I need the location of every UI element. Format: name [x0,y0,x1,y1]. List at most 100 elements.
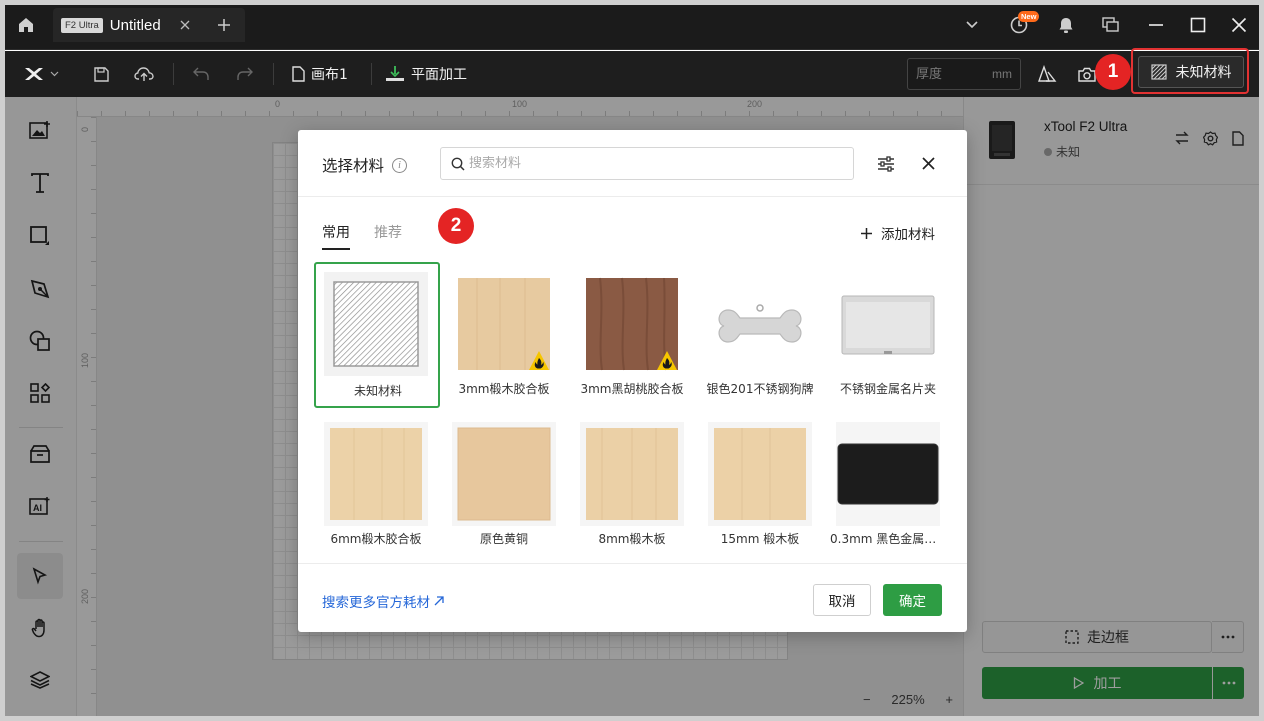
info-icon[interactable]: i [392,157,408,173]
undo-button[interactable] [188,59,214,89]
material-tabs: 常用 推荐 [322,222,402,250]
windows-button[interactable] [1096,10,1126,40]
material-select-button[interactable]: 未知材料 [1138,56,1244,88]
search-more-link[interactable]: 搜索更多官方耗材 [322,591,444,611]
step-marker-2: 2 [438,208,474,244]
material-search-input[interactable] [469,156,829,171]
save-icon [93,66,109,82]
fire-warning-icon [529,351,549,370]
filter-button[interactable] [874,152,898,176]
material-card[interactable]: 6mm椴木胶合板 [314,412,440,558]
material-label: 3mm黑胡桃胶合板 [580,382,684,396]
redo-icon [237,67,253,80]
material-card[interactable]: 3mm黑胡桃胶合板 [570,262,696,408]
plywood-image [324,422,428,526]
tab-close-button[interactable] [175,15,195,35]
basswood-image [708,422,812,526]
material-card[interactable]: 0.3mm 黑色金属名片 [826,412,952,558]
tab-title: Untitled [109,16,161,34]
close-icon [180,20,190,30]
material-search[interactable] [440,147,854,180]
material-card[interactable]: 不锈钢金属名片夹 [826,262,952,408]
material-label: 8mm椴木板 [598,532,666,546]
filter-sliders-icon [878,156,894,172]
search-icon [451,157,465,171]
bell-icon [1059,17,1073,33]
notifications-button[interactable] [1051,10,1081,40]
material-label: 未知材料 [353,384,402,398]
material-label: 6mm椴木胶合板 [330,532,422,546]
redo-button[interactable] [232,59,258,89]
auto-measure-button[interactable] [1033,59,1061,89]
fire-warning-icon [657,351,677,370]
plus-icon [861,227,872,239]
toolbar-divider [371,63,372,85]
maximize-icon [1190,17,1206,33]
material-select-label: 未知材料 [1175,65,1232,81]
material-label: 银色201不锈钢狗牌 [706,382,814,396]
xtool-logo-icon [24,68,43,80]
material-label: 原色黄铜 [479,532,528,546]
material-pattern-icon [1150,64,1167,80]
minimize-button[interactable] [1141,10,1171,40]
new-tab-button[interactable] [210,11,238,39]
material-thumb-brass [452,422,556,526]
material-thumb-blackcard [836,422,940,526]
step-marker-1: 1 [1095,54,1131,90]
dog-tag-image [718,304,802,343]
processing-mode-label: 平面加工 [411,67,467,83]
confirm-button[interactable]: 确定 [883,584,942,616]
tab-common[interactable]: 常用 [322,222,350,250]
material-thumb-lightwood [580,422,684,526]
material-thumb-unknown [324,272,428,376]
hatched-square-icon [324,272,428,376]
window-close-button[interactable] [1224,10,1254,40]
thickness-field[interactable]: mm [907,58,1021,90]
material-label: 3mm椴木胶合板 [458,382,550,396]
dialog-close-button[interactable] [915,150,941,176]
camera-icon [1078,67,1096,82]
device-tag-badge: F2 Ultra [61,17,103,33]
material-card[interactable]: 15mm 椴木板 [698,412,824,558]
material-thumb-walnut [580,272,684,376]
material-card[interactable]: 未知材料 [314,262,440,408]
add-material-button[interactable]: 添加材料 [860,223,935,243]
cloud-upload-icon [134,67,154,81]
processing-mode-button[interactable]: 平面加工 [385,59,467,89]
thickness-unit: mm [992,67,1012,81]
black-metal-card-image [836,422,940,526]
close-icon [921,156,935,170]
tab-list-dropdown[interactable] [957,10,987,40]
save-button[interactable] [88,59,114,89]
material-card[interactable]: 原色黄铜 [442,412,568,558]
material-card[interactable]: 8mm椴木板 [570,412,696,558]
toolbar-divider [273,63,274,85]
dialog-title-text: 选择材料 [322,157,385,175]
maximize-button[interactable] [1183,10,1213,40]
canvas-selector-button[interactable]: 画布1 [292,59,348,89]
new-badge: New [1018,11,1040,22]
tab-recommended[interactable]: 推荐 [374,222,402,250]
home-button[interactable] [8,10,44,40]
xtool-menu-button[interactable] [18,59,64,89]
thickness-input[interactable] [916,66,976,82]
basswood-image [580,422,684,526]
search-more-link-text: 搜索更多官方耗材 [322,595,430,611]
dialog-header: 选择材料 i [298,130,967,197]
cancel-button[interactable]: 取消 [813,584,871,616]
material-card[interactable]: 3mm椴木胶合板 [442,262,568,408]
material-thumb-bonetag [708,272,812,376]
material-thumb-lightwood [452,272,556,376]
minimize-icon [1149,24,1163,26]
dialog-title: 选择材料 i [322,154,408,176]
cloud-upload-button[interactable] [130,59,158,89]
material-thumb-lightwood [324,422,428,526]
chevron-down-icon [50,71,58,77]
dialog-footer: 搜索更多官方耗材 取消 确定 [298,563,967,632]
close-icon [1231,17,1247,33]
material-label: 15mm 椴木板 [720,532,800,546]
undo-icon [193,67,209,80]
add-material-label: 添加材料 [881,227,935,243]
title-bar: F2 Ultra Untitled New [0,0,1264,50]
material-card[interactable]: 银色201不锈钢狗牌 [698,262,824,408]
